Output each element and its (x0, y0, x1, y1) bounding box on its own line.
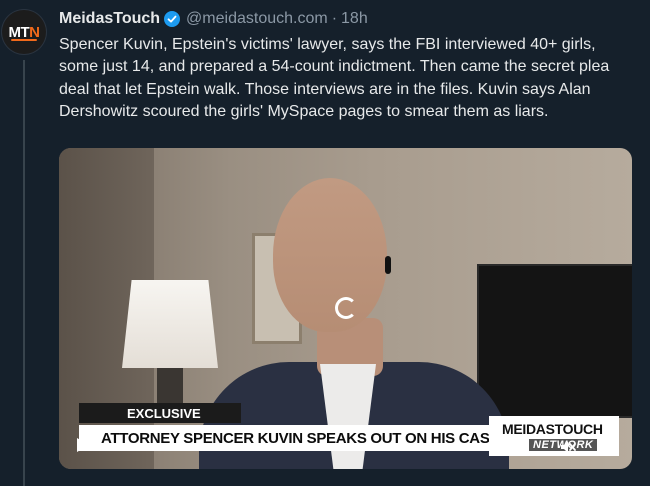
post-text: Spencer Kuvin, Epstein's victims' lawyer… (59, 36, 610, 120)
handle[interactable]: @meidastouch.com (186, 10, 328, 28)
earpiece (385, 256, 391, 274)
separator-dot: · (331, 10, 338, 27)
post-header: MeidasTouch @meidastouch.com · 18h (59, 8, 368, 30)
avatar[interactable]: MTN (2, 10, 46, 54)
loading-spinner-icon (335, 297, 357, 319)
thread-line (23, 60, 25, 486)
timestamp[interactable]: 18h (341, 10, 368, 28)
lamp-base (157, 368, 183, 408)
display-name[interactable]: MeidasTouch (59, 10, 160, 28)
exclusive-tag: EXCLUSIVE (79, 403, 241, 423)
verified-badge-icon[interactable] (164, 11, 181, 27)
mute-icon[interactable] (559, 438, 577, 456)
avatar-logo: MTN (8, 23, 40, 41)
lower-third-caption: ATTORNEY SPENCER KUVIN SPEAKS OUT ON HIS… (79, 425, 489, 451)
television (477, 264, 632, 418)
avatar-logo-rule (11, 39, 37, 41)
play-icon[interactable] (77, 438, 89, 452)
brand-name: MEIDASTOUCH (502, 421, 603, 437)
expand-icon[interactable] (597, 438, 615, 456)
video-player[interactable]: EXCLUSIVE ATTORNEY SPENCER KUVIN SPEAKS … (59, 148, 632, 469)
person-head (273, 178, 387, 332)
lamp-shade (122, 280, 218, 368)
